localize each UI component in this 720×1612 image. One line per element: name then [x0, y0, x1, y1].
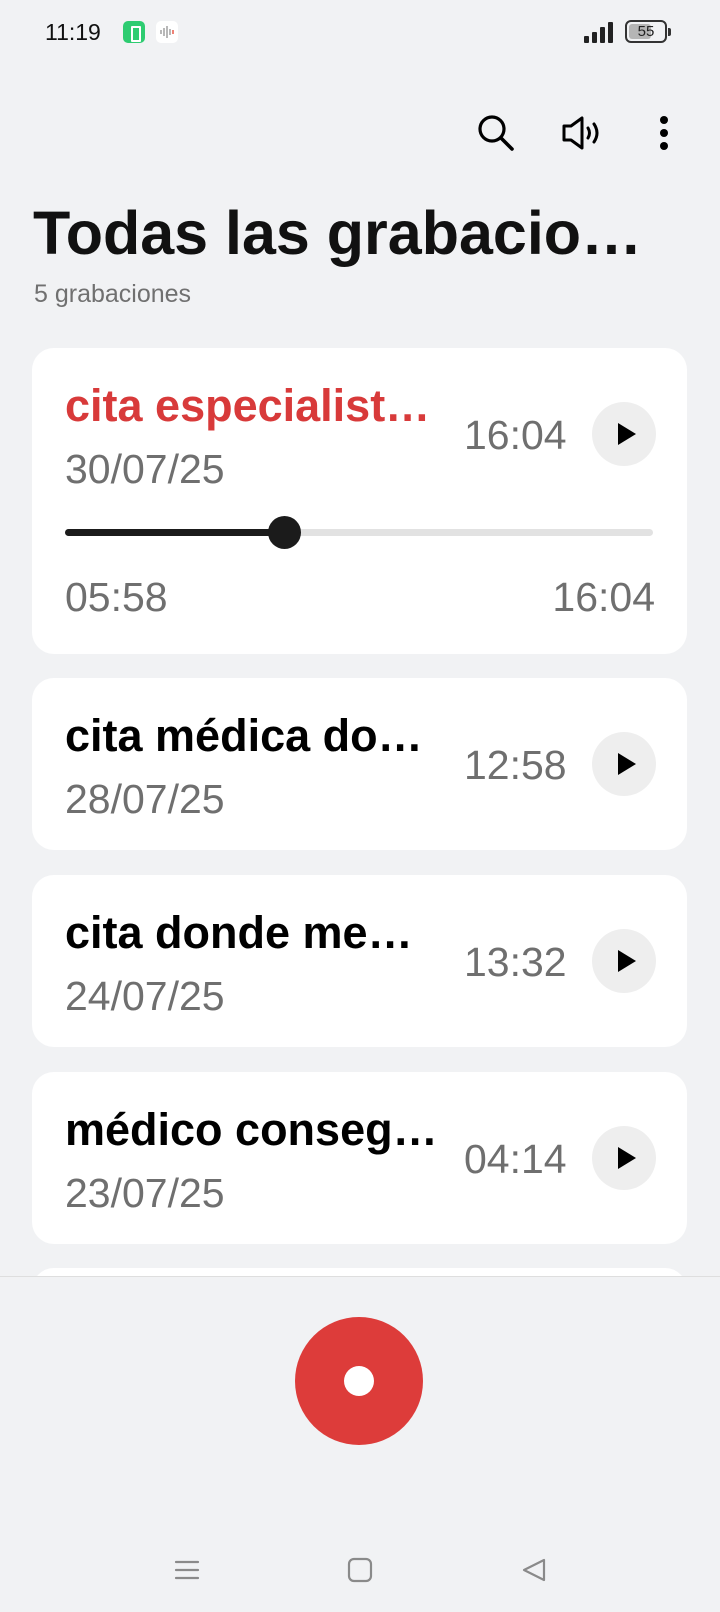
recording-duration: 13:32 [464, 939, 567, 985]
search-icon [478, 115, 514, 151]
total-time: 16:04 [552, 574, 655, 620]
sound-recorder-icon [156, 21, 178, 43]
battery-level: 55 [637, 23, 655, 40]
status-time: 11:19 [45, 19, 101, 45]
more-options-button[interactable] [636, 107, 692, 159]
recording-card[interactable]: médico conseg… 23/07/25 04:14 [32, 1072, 687, 1244]
recording-title: médico conseg… [65, 1104, 438, 1155]
recording-count: 5 grabaciones [34, 280, 192, 308]
more-options-icon [660, 116, 668, 150]
recording-title: cita donde me… [65, 907, 413, 958]
speaker-button[interactable] [556, 107, 608, 159]
recording-date: 24/07/25 [65, 973, 225, 1019]
speaker-icon [562, 116, 599, 150]
recording-duration: 12:58 [464, 742, 567, 788]
back-icon [522, 1558, 546, 1582]
page-title: Todas las grabacio… [33, 199, 643, 267]
battery-icon: 55 [625, 20, 671, 43]
recording-card[interactable]: cita médica do… 28/07/25 12:58 [32, 678, 687, 850]
recording-card-expanded[interactable]: cita especialist… 30/07/25 16:04 05:58 1… [32, 348, 687, 654]
signal-icon [584, 21, 614, 43]
recording-date: 30/07/25 [65, 446, 225, 492]
play-button[interactable] [592, 402, 656, 466]
recording-duration: 16:04 [464, 412, 567, 458]
menu-icon [174, 1560, 200, 1580]
home-icon [347, 1557, 373, 1583]
nav-recents-button[interactable] [167, 1550, 207, 1590]
seek-bar[interactable] [65, 516, 653, 549]
recording-duration: 04:14 [464, 1136, 567, 1182]
battery-saver-icon [123, 21, 145, 43]
recording-card[interactable]: cita donde me… 24/07/25 13:32 [32, 875, 687, 1047]
recording-title: cita médica do… [65, 710, 423, 761]
nav-home-button[interactable] [340, 1550, 380, 1590]
recording-title: cita especialist… [65, 380, 431, 431]
status-bar: 11:19 55 [0, 0, 720, 66]
play-button[interactable] [592, 929, 656, 993]
seek-thumb[interactable] [268, 516, 302, 549]
search-button[interactable] [470, 107, 522, 159]
elapsed-time: 05:58 [65, 574, 168, 620]
recording-date: 28/07/25 [65, 776, 225, 822]
record-button[interactable] [295, 1317, 423, 1445]
recording-date: 23/07/25 [65, 1170, 225, 1216]
play-button[interactable] [592, 1126, 656, 1190]
play-button[interactable] [592, 732, 656, 796]
seek-progress [65, 529, 285, 536]
nav-back-button[interactable] [514, 1550, 554, 1590]
